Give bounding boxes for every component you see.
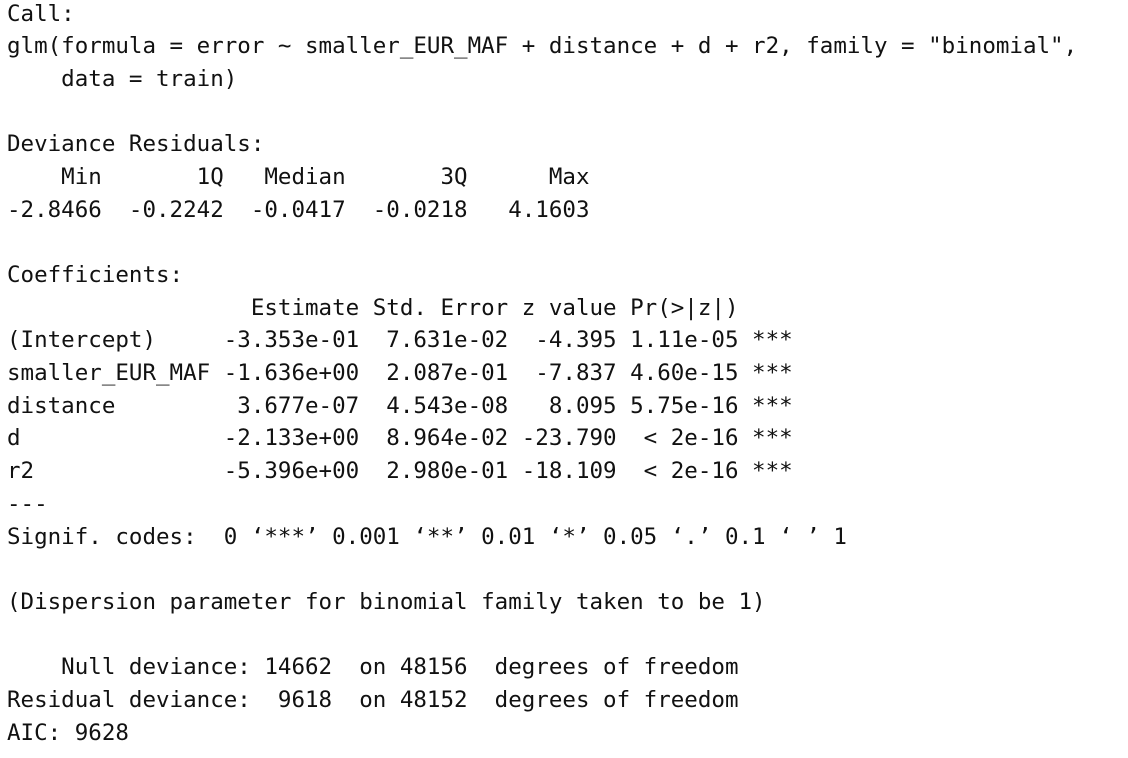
coefficient-row-d: d -2.133e+00 8.964e-02 -23.790 < 2e-16 *… — [7, 425, 793, 451]
call-formula-line: glm(formula = error ~ smaller_EUR_MAF + … — [7, 33, 1078, 59]
coefficients-header: Coefficients: — [7, 262, 184, 288]
aic-line: AIC: 9628 — [7, 720, 129, 746]
coefficient-row-intercept: (Intercept) -3.353e-01 7.631e-02 -4.395 … — [7, 327, 793, 353]
separator-line: --- — [7, 491, 48, 517]
deviance-residuals-labels: Min 1Q Median 3Q Max — [7, 164, 617, 190]
coefficient-row-smaller-eur-maf: smaller_EUR_MAF -1.636e+00 2.087e-01 -7.… — [7, 360, 793, 386]
coefficients-column-header: Estimate Std. Error z value Pr(>|z|) — [7, 295, 793, 321]
residual-deviance-line: Residual deviance: 9618 on 48152 degrees… — [7, 687, 739, 713]
null-deviance-line: Null deviance: 14662 on 48156 degrees of… — [7, 654, 739, 680]
coefficient-row-distance: distance 3.677e-07 4.543e-08 8.095 5.75e… — [7, 393, 793, 419]
r-glm-summary-output: Call: glm(formula = error ~ smaller_EUR_… — [0, 0, 1128, 758]
dispersion-line: (Dispersion parameter for binomial famil… — [7, 589, 766, 615]
call-header: Call: — [7, 1, 75, 27]
signif-codes-line: Signif. codes: 0 ‘***’ 0.001 ‘**’ 0.01 ‘… — [7, 524, 847, 550]
deviance-residuals-values: -2.8466 -0.2242 -0.0417 -0.0218 4.1603 — [7, 197, 617, 223]
call-data-line: data = train) — [7, 66, 238, 92]
coefficient-row-r2: r2 -5.396e+00 2.980e-01 -18.109 < 2e-16 … — [7, 458, 793, 484]
deviance-residuals-header: Deviance Residuals: — [7, 131, 265, 157]
